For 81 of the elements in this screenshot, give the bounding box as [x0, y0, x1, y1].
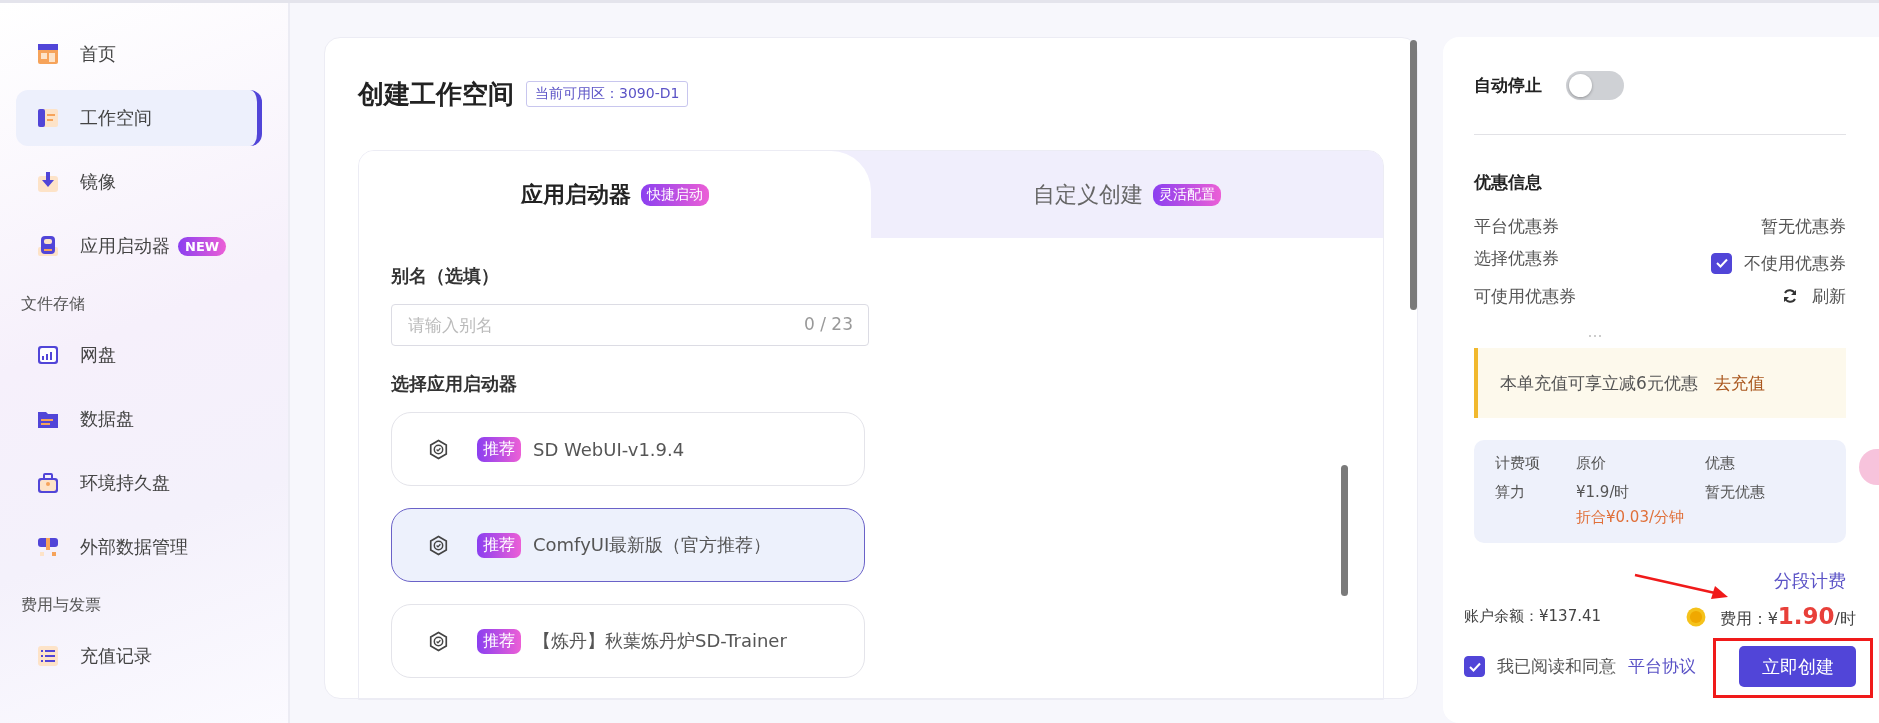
scrollbar[interactable]: [1341, 465, 1348, 596]
recommend-tag: 推荐: [477, 436, 521, 462]
sidebar-item[interactable]: 环境持久盘: [16, 455, 262, 511]
sidebar-label: 首页: [80, 42, 116, 66]
new-badge: NEW: [178, 236, 227, 256]
tab-tag: 快捷启动: [641, 183, 709, 206]
char-counter: 0 / 23: [804, 314, 853, 334]
coupon-label: 可使用优惠券: [1474, 284, 1576, 308]
table-cell-text: 算力: [1495, 483, 1526, 502]
dots-icon: [1588, 334, 1602, 338]
fee-text: 费用：¥1.90/时: [1719, 603, 1856, 630]
field-label: 别名（选填）: [391, 264, 500, 288]
recharge-link[interactable]: 去充值: [1713, 371, 1765, 395]
sidebar-label: 数据盘: [80, 407, 134, 431]
hexagon-check-icon: [428, 534, 449, 556]
sidebar-item[interactable]: 工作空间: [16, 90, 262, 146]
launcher-option[interactable]: 推荐 ComfyUI最新版（官方推荐）: [391, 508, 865, 582]
balance-text: 账户余额：¥137.41: [1464, 607, 1602, 626]
checkbox[interactable]: [1464, 656, 1485, 677]
agreement-link[interactable]: 平台协议: [1628, 655, 1696, 678]
check-icon: [1714, 256, 1729, 270]
section-heading: 文件存储: [20, 293, 86, 315]
hexagon-check-icon: [428, 438, 449, 460]
launcher-option[interactable]: 推荐 【炼丹】秋葉炼丹炉SD-Trainer: [391, 604, 865, 678]
table-cell-text: ¥1.9/时: [1576, 483, 1631, 502]
section-title: 优惠信息: [1474, 171, 1543, 194]
sidebar-item[interactable]: 首页: [16, 26, 262, 82]
checkbox-label: 不使用优惠券: [1744, 251, 1846, 275]
column-header: 计费项: [1495, 454, 1541, 473]
tab[interactable]: 应用启动器 快捷启动: [359, 151, 871, 238]
sidebar-label: 工作空间: [80, 106, 152, 130]
sidebar-label: 充值记录: [80, 644, 152, 668]
sidebar-label: 外部数据管理: [80, 535, 188, 559]
coupon-label: 平台优惠券: [1474, 214, 1559, 238]
sidebar-item[interactable]: 数据盘: [16, 391, 262, 447]
sidebar-label: 环境持久盘: [80, 471, 170, 495]
sidebar-label: 网盘: [80, 343, 116, 367]
floating-bubble[interactable]: [1859, 449, 1879, 485]
zone-badge: 当前可用区：3090-D1: [526, 81, 689, 107]
column-header: 优惠: [1705, 454, 1736, 473]
tab-tag: 灵活配置: [1153, 183, 1221, 206]
hexagon-check-icon: [428, 630, 449, 652]
sidebar-item[interactable]: 外部数据管理: [16, 519, 262, 575]
launcher-name: ComfyUI最新版（官方推荐）: [533, 533, 772, 557]
column-header: 原价: [1576, 454, 1607, 473]
segment-pricing-link[interactable]: 分段计费: [1474, 569, 1846, 593]
chart-icon: [36, 343, 60, 367]
table-cell-text: 暂无优惠: [1705, 483, 1766, 502]
sidebar-item[interactable]: 镜像: [16, 154, 262, 210]
coupon-label: 选择优惠券: [1474, 246, 1559, 270]
price-note: 折合¥0.03/分钟: [1576, 508, 1685, 527]
recommend-tag: 推荐: [477, 628, 521, 654]
agreement-text: 我已阅读和同意: [1497, 655, 1616, 678]
notice-text: 本单充值可享立减6元优惠: [1500, 371, 1698, 395]
sidebar-label: 镜像: [80, 170, 116, 194]
document-icon: [36, 106, 60, 130]
briefcase-icon: [36, 471, 60, 495]
launcher-name: 【炼丹】秋葉炼丹炉SD-Trainer: [533, 629, 787, 653]
refresh-icon: [1782, 288, 1798, 304]
launcher-name: SD WebUI-v1.9.4: [533, 438, 685, 460]
list-icon: [36, 644, 60, 668]
sidebar-item[interactable]: 充值记录: [16, 628, 262, 684]
create-button[interactable]: 立即创建: [1739, 646, 1856, 687]
section-label: 选择应用启动器: [391, 372, 518, 396]
download-icon: [36, 170, 60, 194]
page-title: 创建工作空间: [358, 77, 514, 111]
launcher-option[interactable]: 推荐 SD WebUI-v1.9.4: [391, 412, 865, 486]
toggle-switch[interactable]: [1566, 71, 1624, 100]
coupon-value: 暂无优惠券: [1761, 214, 1846, 238]
checkbox[interactable]: [1711, 252, 1732, 274]
robot-icon: [36, 234, 60, 258]
coin-icon: [1685, 606, 1706, 627]
sidebar-item[interactable]: 网盘: [16, 327, 262, 383]
recommend-tag: 推荐: [477, 532, 521, 558]
refresh-button[interactable]: 刷新: [1782, 284, 1846, 308]
shop-icon: [36, 42, 60, 66]
scrollbar[interactable]: [1410, 40, 1417, 310]
section-heading: 费用与发票: [20, 594, 102, 616]
sidebar-label: 应用启动器: [80, 234, 170, 258]
sidebar-item[interactable]: 应用启动器 NEW: [16, 218, 262, 274]
auto-stop-label: 自动停止: [1474, 74, 1542, 97]
